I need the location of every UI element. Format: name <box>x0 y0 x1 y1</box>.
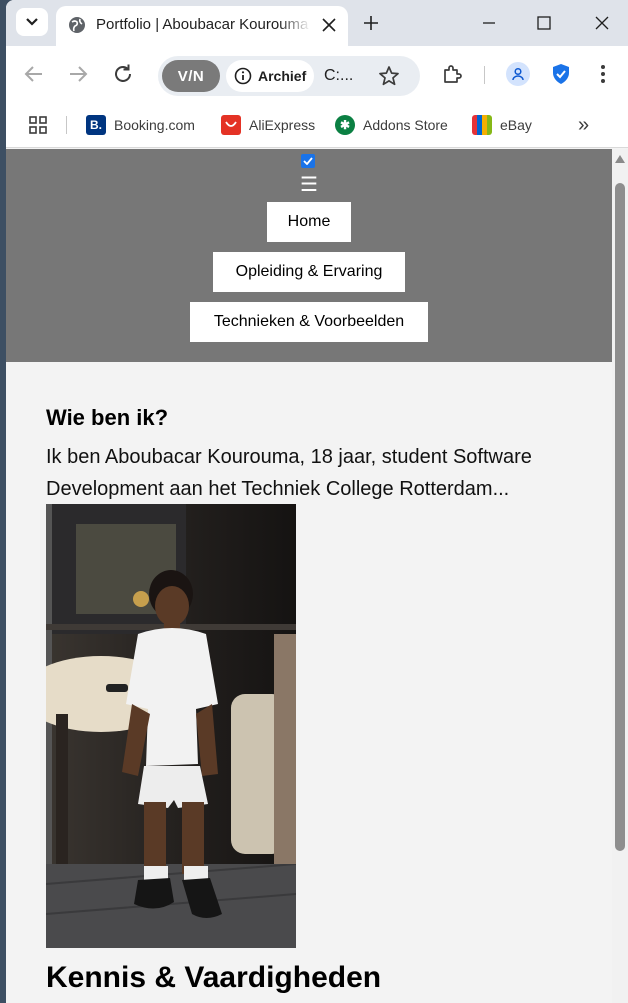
arrow-right-icon <box>70 66 88 82</box>
aliexpress-icon <box>221 115 241 135</box>
bookmarks-divider <box>66 116 67 134</box>
forward-button[interactable] <box>64 60 92 88</box>
vpn-label: V/N <box>177 67 205 85</box>
url-text[interactable]: C:... <box>324 67 353 85</box>
back-button[interactable] <box>20 60 48 88</box>
minimize-button[interactable] <box>474 8 504 38</box>
puzzle-icon <box>444 65 462 83</box>
site-info-label: Archief <box>258 68 307 84</box>
apps-button[interactable] <box>28 114 48 136</box>
person-icon <box>512 67 524 81</box>
menu-toggle-checkbox[interactable] <box>301 154 315 168</box>
close-icon <box>595 16 609 30</box>
overflow-label: » <box>578 113 590 136</box>
bookmark-ebay[interactable]: eBay <box>472 114 532 136</box>
reload-icon <box>115 64 131 82</box>
bookmark-addons-store[interactable]: ✱ Addons Store <box>335 114 448 136</box>
browser-toolbar: V/N Archief C:... <box>6 46 628 102</box>
page-viewport: ☰ Home Opleiding & Ervaring Technieken &… <box>6 149 612 1003</box>
nav-link-opleiding-ervaring[interactable]: Opleiding & Ervaring <box>213 252 405 292</box>
reload-button[interactable] <box>109 60 137 88</box>
close-window-button[interactable] <box>587 8 617 38</box>
site-info-chip[interactable]: Archief <box>226 60 314 92</box>
maximize-icon <box>537 16 551 30</box>
addons-store-icon: ✱ <box>335 115 355 135</box>
bookmark-label: Addons Store <box>363 117 448 133</box>
bookmark-label: AliExpress <box>249 117 316 133</box>
skills-heading: Kennis & Vaardigheden <box>46 961 382 994</box>
about-heading: Wie ben ik? <box>46 405 169 430</box>
tab-search-button[interactable] <box>16 8 48 36</box>
more-vertical-icon <box>601 65 605 83</box>
new-tab-button[interactable] <box>358 10 384 36</box>
chevron-down-icon <box>26 18 38 26</box>
shield-extension-button[interactable] <box>547 60 575 88</box>
nav-link-home[interactable]: Home <box>267 202 351 242</box>
scroll-thumb[interactable] <box>615 183 625 851</box>
menu-button[interactable] <box>589 60 617 88</box>
globe-icon <box>69 17 85 33</box>
shield-check-icon <box>553 64 569 84</box>
bookmark-aliexpress[interactable]: AliExpress <box>221 114 315 136</box>
nav-link-technieken-voorbeelden[interactable]: Technieken & Voorbeelden <box>190 302 428 342</box>
close-tab-button[interactable] <box>318 14 340 36</box>
hamburger-icon[interactable]: ☰ <box>298 173 320 197</box>
toolbar-divider <box>484 66 485 84</box>
bookmark-label: Booking.com <box>114 117 195 133</box>
address-bar[interactable]: V/N Archief C:... <box>158 56 420 96</box>
browser-window: Portfolio | Aboubacar Kourouma V/N Archi… <box>6 0 628 1003</box>
minimize-icon <box>483 22 495 24</box>
scroll-up-arrow-icon[interactable] <box>615 155 625 163</box>
booking-icon: B. <box>86 115 106 135</box>
checkmark-icon <box>303 157 313 165</box>
site-navbar: ☰ Home Opleiding & Ervaring Technieken &… <box>6 149 612 362</box>
plus-icon <box>364 16 378 30</box>
maximize-button[interactable] <box>529 8 559 38</box>
bookmarks-bar: B. Booking.com AliExpress ✱ Addons Store… <box>6 102 628 148</box>
tab-title: Portfolio | Aboubacar Kourouma <box>96 16 309 33</box>
apps-grid-icon <box>29 116 47 134</box>
ebay-icon <box>472 115 492 135</box>
bookmark-label: eBay <box>500 117 532 133</box>
extensions-button[interactable] <box>438 60 466 88</box>
bookmark-star-button[interactable] <box>376 63 402 89</box>
vpn-button[interactable]: V/N <box>162 60 220 92</box>
info-icon <box>234 67 252 85</box>
arrow-left-icon <box>24 66 42 82</box>
about-text: Ik ben Aboubacar Kourouma, 18 jaar, stud… <box>46 446 532 500</box>
page-scrollbar[interactable] <box>612 149 628 1003</box>
profile-avatar[interactable] <box>506 62 530 86</box>
close-icon <box>322 18 336 32</box>
bookmarks-overflow-button[interactable]: » <box>578 114 589 136</box>
star-icon <box>379 66 399 86</box>
active-tab[interactable]: Portfolio | Aboubacar Kourouma <box>56 6 348 46</box>
tab-strip: Portfolio | Aboubacar Kourouma <box>6 0 628 46</box>
bookmark-booking[interactable]: B. Booking.com <box>86 114 195 136</box>
profile-photo <box>46 504 296 948</box>
